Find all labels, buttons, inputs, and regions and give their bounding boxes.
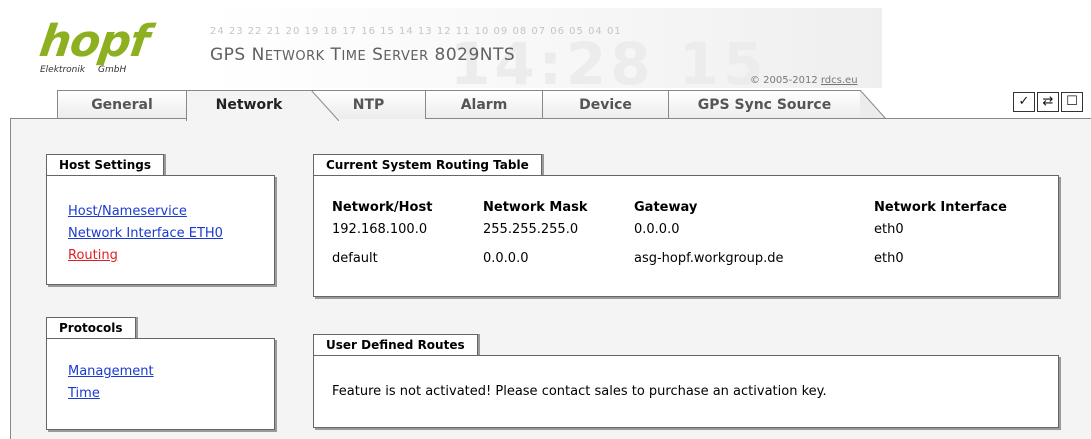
logo-wordmark: hopf <box>36 16 152 67</box>
protocols-links: Management Time <box>68 361 154 405</box>
user-routes-message: Feature is not activated! Please contact… <box>332 384 827 399</box>
column-header: Network/Host <box>332 199 433 215</box>
table-cell: 255.255.255.0 <box>483 221 579 237</box>
host-settings-box: Host/Nameservice Network Interface ETH0 … <box>46 175 275 285</box>
routing-table-title: Current System Routing Table <box>313 154 542 176</box>
table-cell: asg-hopf.workgroup.de <box>634 250 784 266</box>
copyright-link[interactable]: rdcs.eu <box>821 75 858 86</box>
title-part: ETWORK <box>264 49 325 64</box>
tab-gps-sync-source[interactable]: GPS Sync Source <box>668 90 861 119</box>
main-tab-bar: General Network NTP Alarm Device GPS Syn… <box>0 90 1091 121</box>
table-cell: default <box>332 250 378 266</box>
user-routes-title: User Defined Routes <box>313 334 478 356</box>
table-row: default 0.0.0.0 asg-hopf.workgroup.de et… <box>332 240 1034 276</box>
title-part: 8029NTS <box>428 45 516 65</box>
copyright-text: © 2005-2012 <box>750 75 821 86</box>
logo-subtitle-left: Elektronik <box>40 65 86 75</box>
page-header: 14:28 15 hopf Elektronik GmbH 24 23 22 2… <box>10 8 882 98</box>
protocols-box: Management Time <box>46 338 275 430</box>
routing-table-box: Network/Host Network Mask Gateway Networ… <box>313 175 1059 297</box>
reload-icon[interactable]: ⇄ <box>1037 92 1059 112</box>
tab-general[interactable]: General <box>57 90 187 119</box>
title-part: S <box>366 45 384 65</box>
tab-end-slant <box>860 90 887 119</box>
table-cell: 0.0.0.0 <box>483 250 529 266</box>
copyright-notice: © 2005-2012 rdcs.eu <box>750 75 858 86</box>
tab-alarm[interactable]: Alarm <box>425 90 543 119</box>
satellite-channel-numbers: 24 23 22 21 20 19 18 17 16 15 14 13 12 1… <box>210 26 622 37</box>
column-header: Network Mask <box>483 199 588 215</box>
column-header: Network Interface <box>874 199 1007 215</box>
title-part: ERVER <box>383 49 429 64</box>
tab-device[interactable]: Device <box>542 90 669 119</box>
table-cell: eth0 <box>874 250 904 266</box>
content-panel: Host Settings Host/Nameservice Network I… <box>10 118 1091 439</box>
column-header: Gateway <box>634 199 698 215</box>
checkmark-icon[interactable]: ✓ <box>1013 92 1035 112</box>
toolbar: ✓ ⇄ ☐ <box>1013 92 1083 114</box>
table-cell: 192.168.100.0 <box>332 221 428 237</box>
table-cell: eth0 <box>874 221 904 237</box>
link-management[interactable]: Management <box>68 361 154 383</box>
link-host-nameservice[interactable]: Host/Nameservice <box>68 201 223 223</box>
tab-network-slant <box>311 90 339 121</box>
routing-table-header: Network/Host Network Mask Gateway Networ… <box>332 196 1034 218</box>
hopf-logo: hopf Elektronik GmbH <box>36 16 180 80</box>
title-part: IME <box>341 49 367 64</box>
link-routing[interactable]: Routing <box>68 245 223 267</box>
host-settings-title: Host Settings <box>46 154 164 176</box>
title-part: GPS N <box>210 45 265 65</box>
routing-table: Network/Host Network Mask Gateway Networ… <box>332 196 1034 276</box>
product-title: GPS NETWORK TIME SERVER 8029NTS <box>210 45 515 65</box>
table-row: 192.168.100.0 255.255.255.0 0.0.0.0 eth0 <box>332 218 1034 240</box>
user-routes-box: Feature is not activated! Please contact… <box>313 355 1059 428</box>
link-network-interface-eth0[interactable]: Network Interface ETH0 <box>68 223 223 245</box>
tab-network[interactable]: Network <box>186 90 312 121</box>
logo-subtitle: Elektronik GmbH <box>40 65 180 75</box>
host-settings-links: Host/Nameservice Network Interface ETH0 … <box>68 201 223 267</box>
table-cell: 0.0.0.0 <box>634 221 680 237</box>
logo-subtitle-right: GmbH <box>98 65 127 75</box>
link-time[interactable]: Time <box>68 383 154 405</box>
save-icon[interactable]: ☐ <box>1061 92 1083 112</box>
title-part: T <box>324 45 342 65</box>
protocols-title: Protocols <box>46 317 136 339</box>
